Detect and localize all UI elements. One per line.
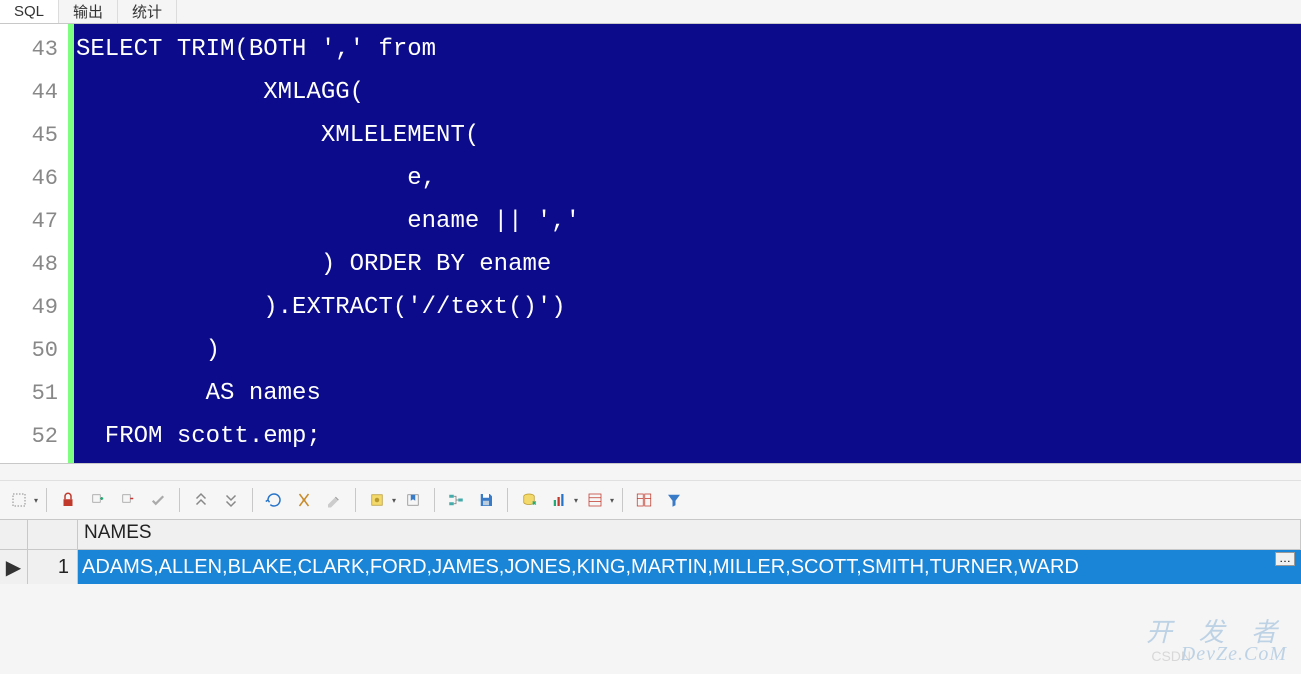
scroll-bottom-button[interactable]: [218, 487, 244, 513]
delete-row-button[interactable]: [115, 487, 141, 513]
line-gutter: 43444546474849505152: [0, 24, 68, 463]
line-number: 51: [0, 372, 68, 415]
row-indicator-header[interactable]: [0, 520, 28, 549]
code-line[interactable]: XMLELEMENT(: [76, 114, 1301, 157]
clear-button[interactable]: [321, 487, 347, 513]
commit-button[interactable]: [145, 487, 171, 513]
column-header-names[interactable]: NAMES: [78, 520, 1301, 549]
line-number: 46: [0, 157, 68, 200]
lock-button[interactable]: [55, 487, 81, 513]
code-line[interactable]: SELECT TRIM(BOTH ',' from: [76, 28, 1301, 71]
csdn-watermark: CSDN: [1151, 648, 1191, 664]
chevron-down-icon: ▾: [34, 496, 38, 505]
save-button[interactable]: [473, 487, 499, 513]
line-number: 50: [0, 329, 68, 372]
chevron-down-icon: ▾: [574, 496, 578, 505]
line-number: 47: [0, 200, 68, 243]
find-button[interactable]: [291, 487, 317, 513]
code-line[interactable]: ): [76, 329, 1301, 372]
editor-tab-bar: SQL 输出 统计: [0, 0, 1301, 24]
line-number: 48: [0, 243, 68, 286]
line-number: 45: [0, 114, 68, 157]
sql-editor: 43444546474849505152 SELECT TRIM(BOTH ',…: [0, 24, 1301, 464]
export-button[interactable]: [516, 487, 542, 513]
cell-expand-button[interactable]: …: [1275, 552, 1295, 566]
tab-sql[interactable]: SQL: [0, 0, 59, 23]
code-line[interactable]: XMLAGG(: [76, 71, 1301, 114]
add-row-button[interactable]: [85, 487, 111, 513]
chevron-down-icon: ▾: [392, 496, 396, 505]
code-line[interactable]: e,: [76, 157, 1301, 200]
multi-record-button[interactable]: [631, 487, 657, 513]
tab-output[interactable]: 输出: [59, 0, 118, 23]
code-line[interactable]: ).EXTRACT('//text()'): [76, 286, 1301, 329]
linked-query-button[interactable]: [443, 487, 469, 513]
results-toolbar: ▾ ▾ ▾ ▾: [0, 480, 1301, 520]
cell-value: ADAMS,ALLEN,BLAKE,CLARK,FORD,JAMES,JONES…: [82, 556, 1079, 579]
code-line[interactable]: FROM scott.emp;: [76, 415, 1301, 458]
grid-header: NAMES: [0, 520, 1301, 550]
single-record-button[interactable]: ▾: [582, 487, 614, 513]
code-area[interactable]: SELECT TRIM(BOTH ',' from XMLAGG( XMLELE…: [74, 24, 1301, 463]
table-row: ▶ 1 ADAMS,ALLEN,BLAKE,CLARK,FORD,JAMES,J…: [0, 550, 1301, 584]
refresh-button[interactable]: [261, 487, 287, 513]
current-row-indicator[interactable]: ▶: [0, 550, 28, 584]
scroll-top-button[interactable]: [188, 487, 214, 513]
chart-button[interactable]: ▾: [546, 487, 578, 513]
line-number: 43: [0, 28, 68, 71]
tab-stats[interactable]: 统计: [118, 0, 177, 23]
select-mode-button[interactable]: ▾: [6, 487, 38, 513]
code-line[interactable]: AS names: [76, 372, 1301, 415]
code-line[interactable]: ename || ',': [76, 200, 1301, 243]
row-number[interactable]: 1: [28, 550, 78, 584]
chevron-down-icon: ▾: [610, 496, 614, 505]
cell-names[interactable]: ADAMS,ALLEN,BLAKE,CLARK,FORD,JAMES,JONES…: [78, 550, 1301, 584]
results-grid: NAMES ▶ 1 ADAMS,ALLEN,BLAKE,CLARK,FORD,J…: [0, 520, 1301, 584]
bookmark-button[interactable]: [400, 487, 426, 513]
rownum-header[interactable]: [28, 520, 78, 549]
line-number: 52: [0, 415, 68, 458]
line-number: 49: [0, 286, 68, 329]
line-number: 44: [0, 71, 68, 114]
filter-button[interactable]: [661, 487, 687, 513]
code-line[interactable]: ) ORDER BY ename: [76, 243, 1301, 286]
wizard-button[interactable]: ▾: [364, 487, 396, 513]
